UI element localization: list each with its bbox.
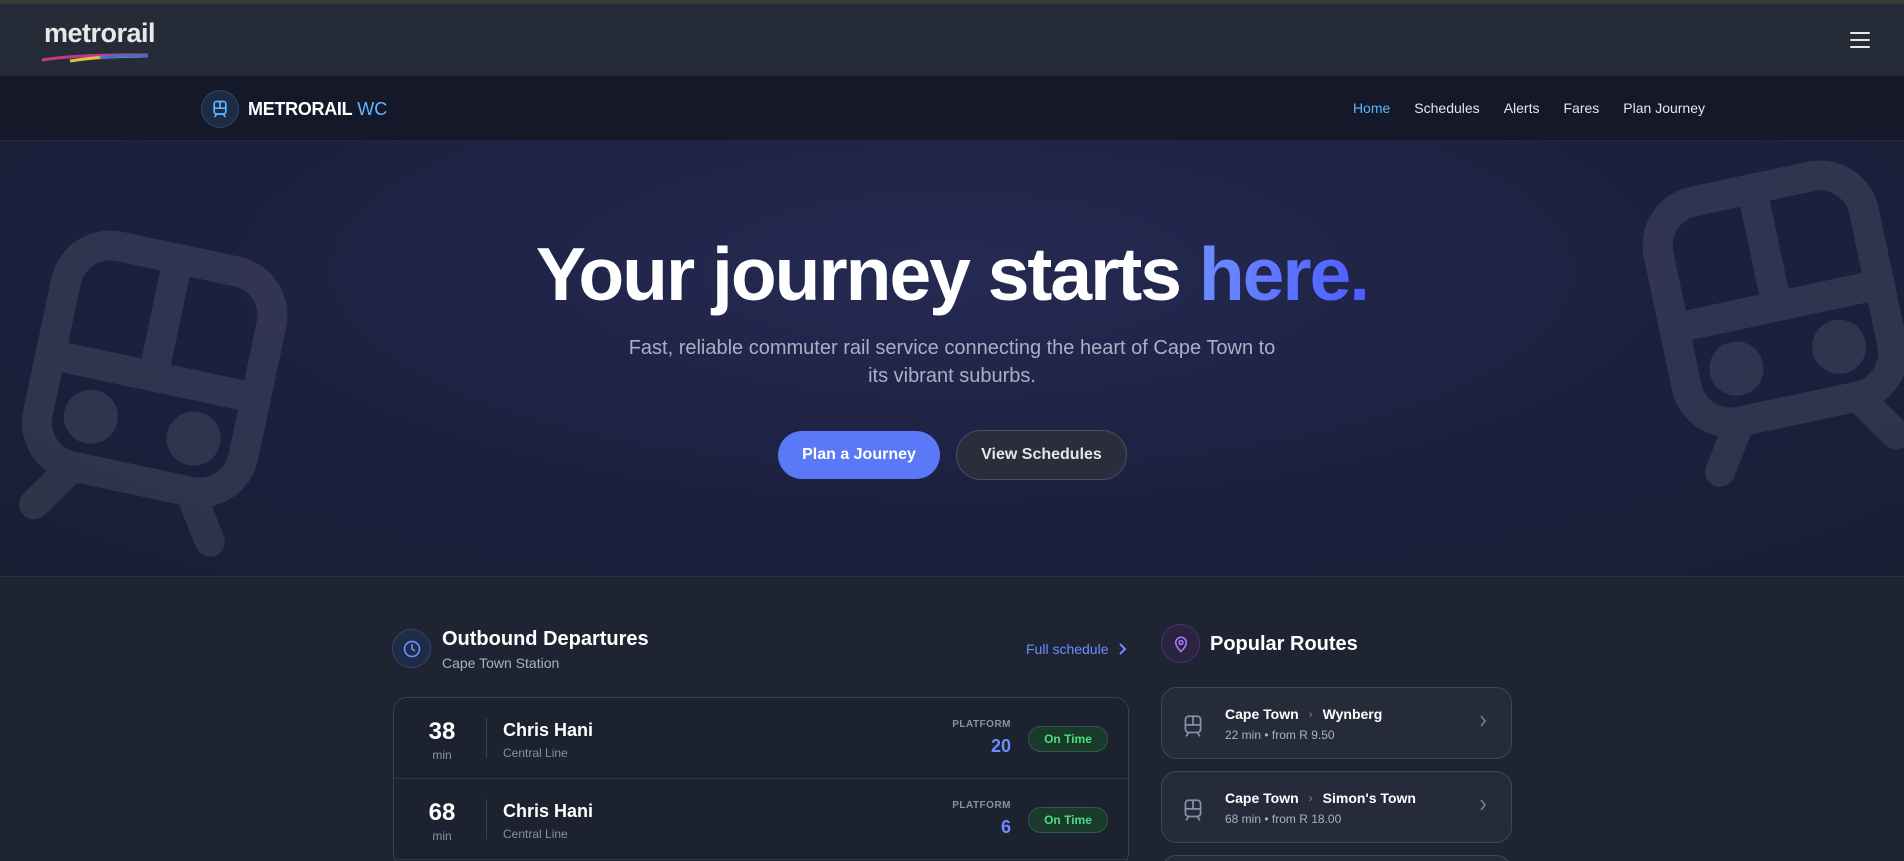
departures-list: 38 min Chris Hani Central Line PLATFORM … — [393, 697, 1129, 861]
route-meta: 68 min • from R 18.00 — [1225, 812, 1342, 826]
platform-number: 6 — [1000, 817, 1011, 837]
route-to: Simon's Town — [1322, 790, 1416, 806]
departure-minutes-unit: min — [432, 748, 452, 762]
top-bar: metrorail — [0, 0, 1904, 77]
chevron-right-icon — [1118, 643, 1126, 655]
hero-title: Your journey starts here. — [0, 231, 1904, 317]
menu-icon[interactable] — [1850, 32, 1870, 50]
divider — [486, 799, 487, 839]
departure-line: Central Line — [503, 827, 568, 841]
routes-title: Popular Routes — [1210, 633, 1358, 655]
platform-number: 20 — [990, 736, 1011, 756]
full-schedule-label: Full schedule — [1026, 641, 1109, 657]
departure-row[interactable]: 68 min Chris Hani Central Line PLATFORM … — [394, 779, 1128, 860]
brand[interactable]: METRORAIL WC — [201, 90, 387, 128]
route-name: Cape Town › Wynberg — [1225, 706, 1382, 722]
departure-row[interactable]: 38 min Chris Hani Central Line PLATFORM … — [394, 698, 1128, 779]
nav-link-home[interactable]: Home — [1353, 100, 1390, 116]
map-pin-icon — [1161, 624, 1200, 663]
status-badge: On Time — [1028, 726, 1108, 752]
hero-subtitle: Fast, reliable commuter rail service con… — [628, 337, 1276, 387]
route-to: Wynberg — [1322, 706, 1383, 722]
departure-destination: Chris Hani — [503, 720, 594, 740]
departures-title: Outbound Departures — [442, 628, 649, 650]
route-card[interactable]: Cape Town › Wynberg 22 min • from R 9.50 — [1161, 687, 1512, 759]
chevron-right-icon — [1480, 715, 1487, 727]
route-from: Cape Town — [1225, 790, 1299, 806]
hero-title-accent: here. — [1198, 232, 1370, 316]
main-nav: METRORAIL WC Home Schedules Alerts Fares… — [0, 77, 1904, 141]
status-badge: On Time — [1028, 807, 1108, 833]
plan-journey-button[interactable]: Plan a Journey — [778, 431, 940, 479]
departures-station: Cape Town Station — [442, 655, 560, 671]
clock-icon — [392, 629, 431, 668]
route-card[interactable]: Cape Town › Simon's Town 68 min • from R… — [1161, 771, 1512, 843]
hero-title-text: Your journey starts — [535, 232, 1199, 316]
nav-links: Home Schedules Alerts Fares Plan Journey — [1353, 100, 1705, 116]
chevron-right-icon — [1480, 799, 1487, 811]
nav-link-alerts[interactable]: Alerts — [1504, 100, 1540, 116]
platform-label: PLATFORM — [952, 800, 1011, 811]
route-card[interactable] — [1161, 855, 1512, 861]
logo-text: metrorail — [44, 18, 156, 48]
full-schedule-link[interactable]: Full schedule — [1026, 641, 1127, 657]
train-decoration-icon — [18, 230, 288, 557]
brand-suffix: WC — [357, 98, 388, 119]
brand-name: METRORAIL — [248, 98, 353, 119]
departure-destination: Chris Hani — [503, 801, 594, 821]
departure-minutes: 68 — [428, 799, 456, 826]
departure-minutes-unit: min — [432, 829, 452, 843]
nav-link-schedules[interactable]: Schedules — [1414, 100, 1479, 116]
platform-label: PLATFORM — [952, 719, 1011, 730]
nav-link-plan-journey[interactable]: Plan Journey — [1623, 100, 1705, 116]
nav-link-fares[interactable]: Fares — [1563, 100, 1599, 116]
metrorail-logo[interactable]: metrorail — [41, 18, 156, 63]
hero: Your journey starts here. Fast, reliable… — [0, 141, 1904, 577]
logo-swoosh-icon — [41, 53, 149, 63]
divider — [486, 718, 487, 758]
chevron-right-icon: › — [1308, 707, 1313, 721]
departure-minutes: 38 — [428, 718, 456, 745]
route-meta: 22 min • from R 9.50 — [1225, 728, 1335, 742]
train-icon — [201, 90, 239, 128]
route-from: Cape Town — [1225, 706, 1299, 722]
train-icon — [1184, 799, 1202, 821]
view-schedules-button[interactable]: View Schedules — [956, 430, 1127, 480]
train-icon — [1184, 715, 1202, 737]
route-name: Cape Town › Simon's Town — [1225, 790, 1416, 806]
departure-line: Central Line — [503, 746, 568, 760]
chevron-right-icon: › — [1308, 791, 1313, 805]
train-decoration-icon — [1642, 160, 1904, 487]
